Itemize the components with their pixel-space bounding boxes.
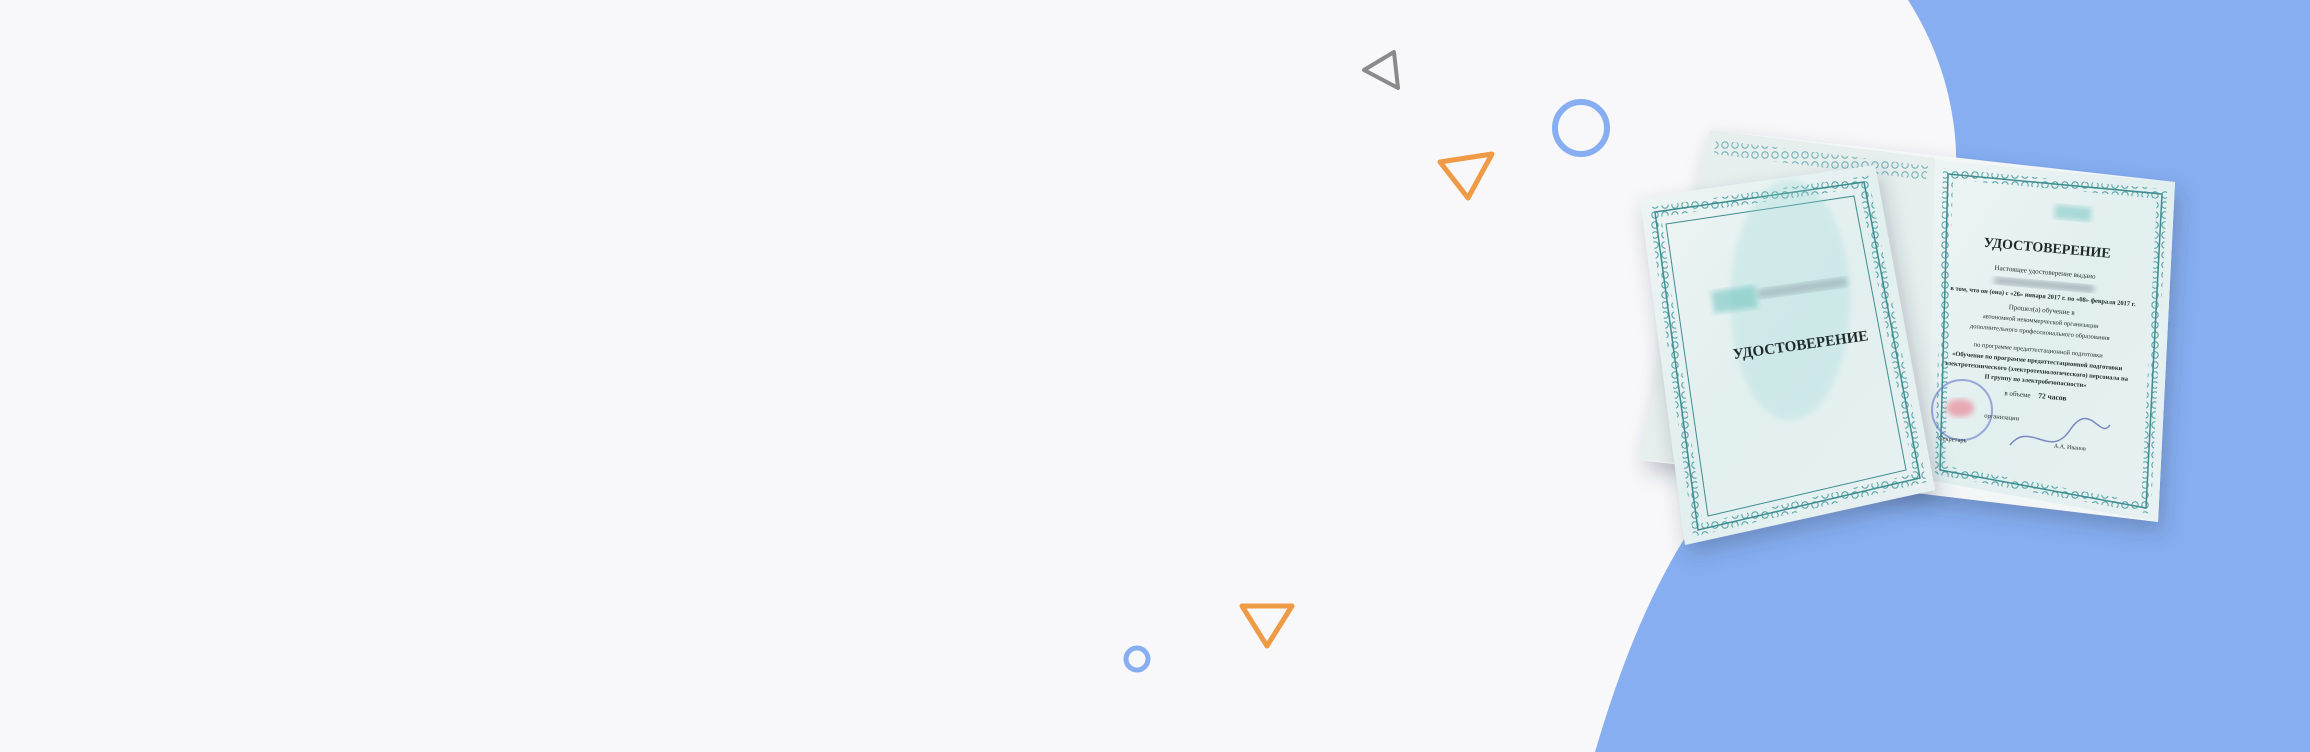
background-blob: [0, 0, 2310, 752]
orange-triangle-icon-bottom: [1239, 603, 1295, 649]
blue-circle-icon: [1552, 99, 1610, 157]
hero-banner: УДОСТОВЕРЕНИЕ Настоящее удостоверение вы…: [0, 0, 2310, 752]
orange-triangle-icon-top: [1437, 151, 1495, 201]
small-blue-circle-icon: [1123, 645, 1151, 673]
gray-triangle-icon: [1362, 50, 1400, 90]
